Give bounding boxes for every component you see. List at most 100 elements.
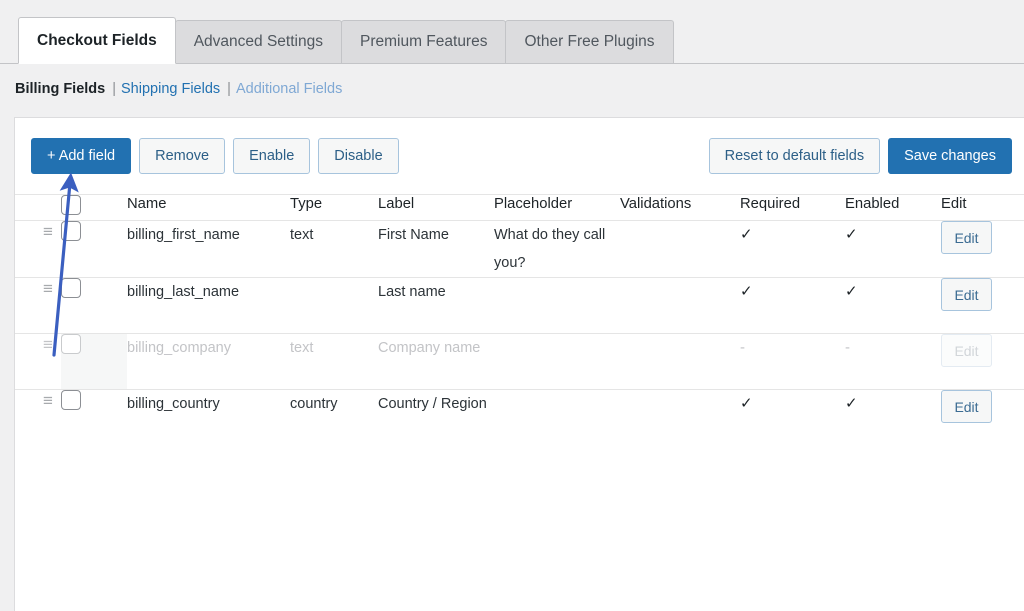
row-required-mark-cell: ✓ [740,389,845,446]
tab-checkout-fields[interactable]: Checkout Fields [18,17,176,64]
row-field-label: First Name [378,227,449,243]
disable-button[interactable]: Disable [318,138,399,174]
row-field-placeholder: What do they call you? [494,227,606,271]
subnav-item-shipping-fields[interactable]: Shipping Fields [121,81,220,97]
row-edit-button[interactable]: Edit [941,390,992,423]
row-field-validations-cell [620,220,740,278]
header-label: Edit [941,196,967,212]
fields-panel: + Add field Remove Enable Disable Reset … [14,117,1024,611]
select-all-checkbox[interactable] [61,195,81,215]
row-field-type-cell: text [290,333,378,390]
row-field-name-cell: billing_first_name [127,220,290,278]
drag-handle-icon[interactable]: ≡ [15,334,61,356]
checkout-fields-table: Name Type Label Placeholder Validations [15,194,1024,446]
primary-tab-bar: Checkout Fields Advanced Settings Premiu… [0,0,1024,64]
row-required-mark-cell: ✓ [740,277,845,334]
row-checkbox[interactable] [61,221,81,241]
subnav-separator: | [112,81,117,97]
header-select-all-cell [61,194,127,221]
drag-handle-icon[interactable]: ≡ [15,278,61,300]
row-field-label: Country / Region [378,396,487,412]
row-edit-cell: Edit [941,389,1024,446]
row-field-label: Last name [378,284,446,300]
row-field-name: billing_last_name [127,284,240,300]
row-select-cell [61,333,127,390]
header-required: Required [740,194,845,221]
row-field-validations-cell [620,277,740,334]
row-select-cell [61,389,127,446]
row-field-label: Company name [378,340,481,356]
row-drag-handle-cell: ≡ [15,220,61,278]
row-edit-button: Edit [941,334,992,367]
row-edit-cell: Edit [941,220,1024,278]
header-placeholder: Placeholder [494,194,620,221]
table-row: ≡ billing_country country Country / Region ✓… [15,389,1024,446]
drag-handle-icon[interactable]: ≡ [15,221,61,243]
row-field-name: billing_company [127,340,231,356]
row-enabled-mark: ✓ [845,226,858,243]
row-drag-handle-cell: ≡ [15,333,61,390]
row-checkbox[interactable] [61,390,81,410]
row-field-validations-cell [620,389,740,446]
header-edit: Edit [941,194,1024,221]
row-required-mark-cell: ✓ [740,220,845,278]
reset-to-default-fields-button[interactable]: Reset to default fields [708,138,881,174]
row-field-name-cell: billing_country [127,389,290,446]
row-field-type: text [290,340,314,356]
row-select-cell [61,220,127,278]
field-group-subnav: Billing Fields | Shipping Fields | Addit… [15,78,342,100]
tab-other-free-plugins[interactable]: Other Free Plugins [505,20,674,63]
table-row: ≡ billing_last_name Last name ✓ ✓ Edit [15,277,1024,334]
row-required-mark-cell: - [740,333,845,390]
row-field-type-cell: text [290,220,378,278]
row-field-placeholder-cell [494,389,620,446]
row-checkbox[interactable] [61,278,81,298]
row-field-type-cell [290,277,378,334]
row-checkbox[interactable] [61,334,81,354]
subnav-item-additional-fields[interactable]: Additional Fields [236,81,342,97]
tab-label: Checkout Fields [37,31,157,49]
plugin-settings-page: Checkout Fields Advanced Settings Premiu… [0,0,1024,611]
header-name: Name [127,194,290,221]
enable-button[interactable]: Enable [233,138,311,174]
row-required-mark: ✓ [740,226,753,243]
header-validations: Validations [620,194,740,221]
row-enabled-mark: - [845,339,850,356]
row-required-mark: - [740,339,745,356]
row-field-name-cell: billing_company [127,333,290,390]
row-enabled-mark: ✓ [845,395,858,412]
table-row: ≡ billing_first_name text First Name What do… [15,220,1024,278]
row-enabled-mark-cell: ✓ [845,220,941,278]
row-enabled-mark-cell: ✓ [845,277,941,334]
row-field-type: text [290,227,314,243]
drag-handle-icon[interactable]: ≡ [15,390,61,412]
header-label: Type [290,196,323,212]
subnav-item-billing-fields[interactable]: Billing Fields [15,81,105,97]
remove-button[interactable]: Remove [139,138,226,174]
header-label: Label [378,196,415,212]
row-field-type: country [290,396,338,412]
row-edit-cell: Edit [941,333,1024,390]
row-edit-button[interactable]: Edit [941,278,992,311]
tab-advanced-settings[interactable]: Advanced Settings [174,20,342,63]
table-body: ≡ billing_first_name text First Name What do… [15,220,1024,446]
toolbar-left-group: + Add field Remove Enable Disable [31,138,399,174]
row-required-mark: ✓ [740,395,753,412]
fields-toolbar: + Add field Remove Enable Disable Reset … [15,118,1024,194]
row-field-validations-cell [620,333,740,390]
row-field-placeholder-cell: What do they call you? [494,220,620,278]
save-changes-button[interactable]: Save changes [888,138,1012,174]
row-edit-button[interactable]: Edit [941,221,992,254]
tab-premium-features[interactable]: Premium Features [340,20,507,63]
tab-label: Advanced Settings [193,33,323,50]
add-field-button[interactable]: + Add field [31,138,132,174]
tab-label: Premium Features [359,33,488,50]
row-field-label-cell: Company name [378,333,494,390]
header-label: Required [740,196,801,212]
header-label: Name [127,196,167,212]
row-field-placeholder-cell [494,277,620,334]
row-enabled-mark: ✓ [845,283,858,300]
table-header: Name Type Label Placeholder Validations [15,194,1024,221]
row-field-name-cell: billing_last_name [127,277,290,334]
row-required-mark: ✓ [740,283,753,300]
